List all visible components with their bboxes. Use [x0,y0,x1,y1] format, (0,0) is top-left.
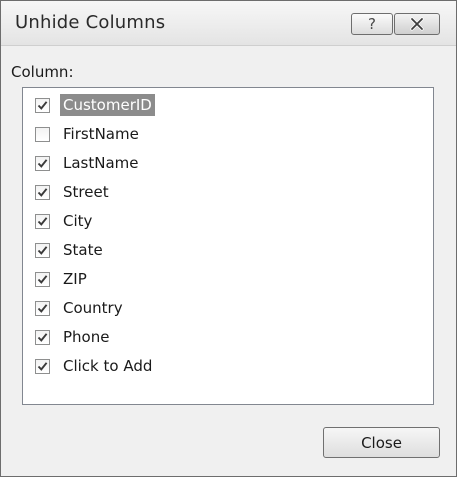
title-bar: Unhide Columns ? [1,1,456,46]
checkmark-icon [37,158,48,168]
column-item-label: CustomerID [60,94,155,116]
unhide-columns-dialog: Unhide Columns ? Column: CustomerID First… [0,0,457,477]
column-list-item[interactable]: CustomerID [35,92,155,118]
checkmark-icon [37,303,48,313]
column-list-item[interactable]: FirstName [35,121,142,147]
dialog-title: Unhide Columns [15,12,166,33]
column-checkbox[interactable] [35,271,50,287]
column-item-label: Click to Add [63,357,153,375]
column-item-label: ZIP [63,270,87,288]
column-list-item[interactable]: State [35,237,106,263]
column-list-item[interactable]: LastName [35,150,142,176]
column-list-item[interactable]: ZIP [35,266,90,292]
column-checkbox[interactable] [35,213,50,229]
column-checkbox[interactable] [35,300,50,316]
checkmark-icon [37,216,48,226]
checkmark-icon [37,245,48,255]
checkmark-icon [37,187,48,197]
help-button[interactable]: ? [351,13,393,35]
close-button[interactable]: Close [323,427,440,458]
column-label: Column: [11,63,74,81]
column-list-item[interactable]: City [35,208,95,234]
column-checkbox[interactable] [35,329,50,345]
column-list-item[interactable]: Street [35,179,112,205]
column-item-label: LastName [63,154,139,172]
column-checkbox[interactable] [35,242,50,258]
title-close-button[interactable] [394,13,440,35]
column-list-item[interactable]: Country [35,295,126,321]
column-checkbox[interactable] [35,97,50,113]
column-checkbox[interactable] [35,155,50,171]
column-checkbox[interactable] [35,126,50,142]
column-list-item[interactable]: Phone [35,324,112,350]
column-checkbox[interactable] [35,358,50,374]
column-item-label: State [63,241,103,259]
column-list-item[interactable]: Click to Add [35,353,155,379]
checkmark-icon [37,100,48,110]
column-checkbox[interactable] [35,184,50,200]
question-mark-icon: ? [368,15,376,33]
column-item-label: City [63,212,93,230]
column-item-label: Country [63,299,123,317]
checkmark-icon [37,274,48,284]
column-item-label: Street [63,183,109,201]
column-item-label: Phone [63,328,110,346]
column-item-label: FirstName [63,125,139,143]
column-listbox[interactable]: CustomerID FirstName LastName Street City Sta… [22,87,434,405]
checkmark-icon [37,361,48,371]
close-x-icon [410,17,424,31]
checkmark-icon [37,332,48,342]
